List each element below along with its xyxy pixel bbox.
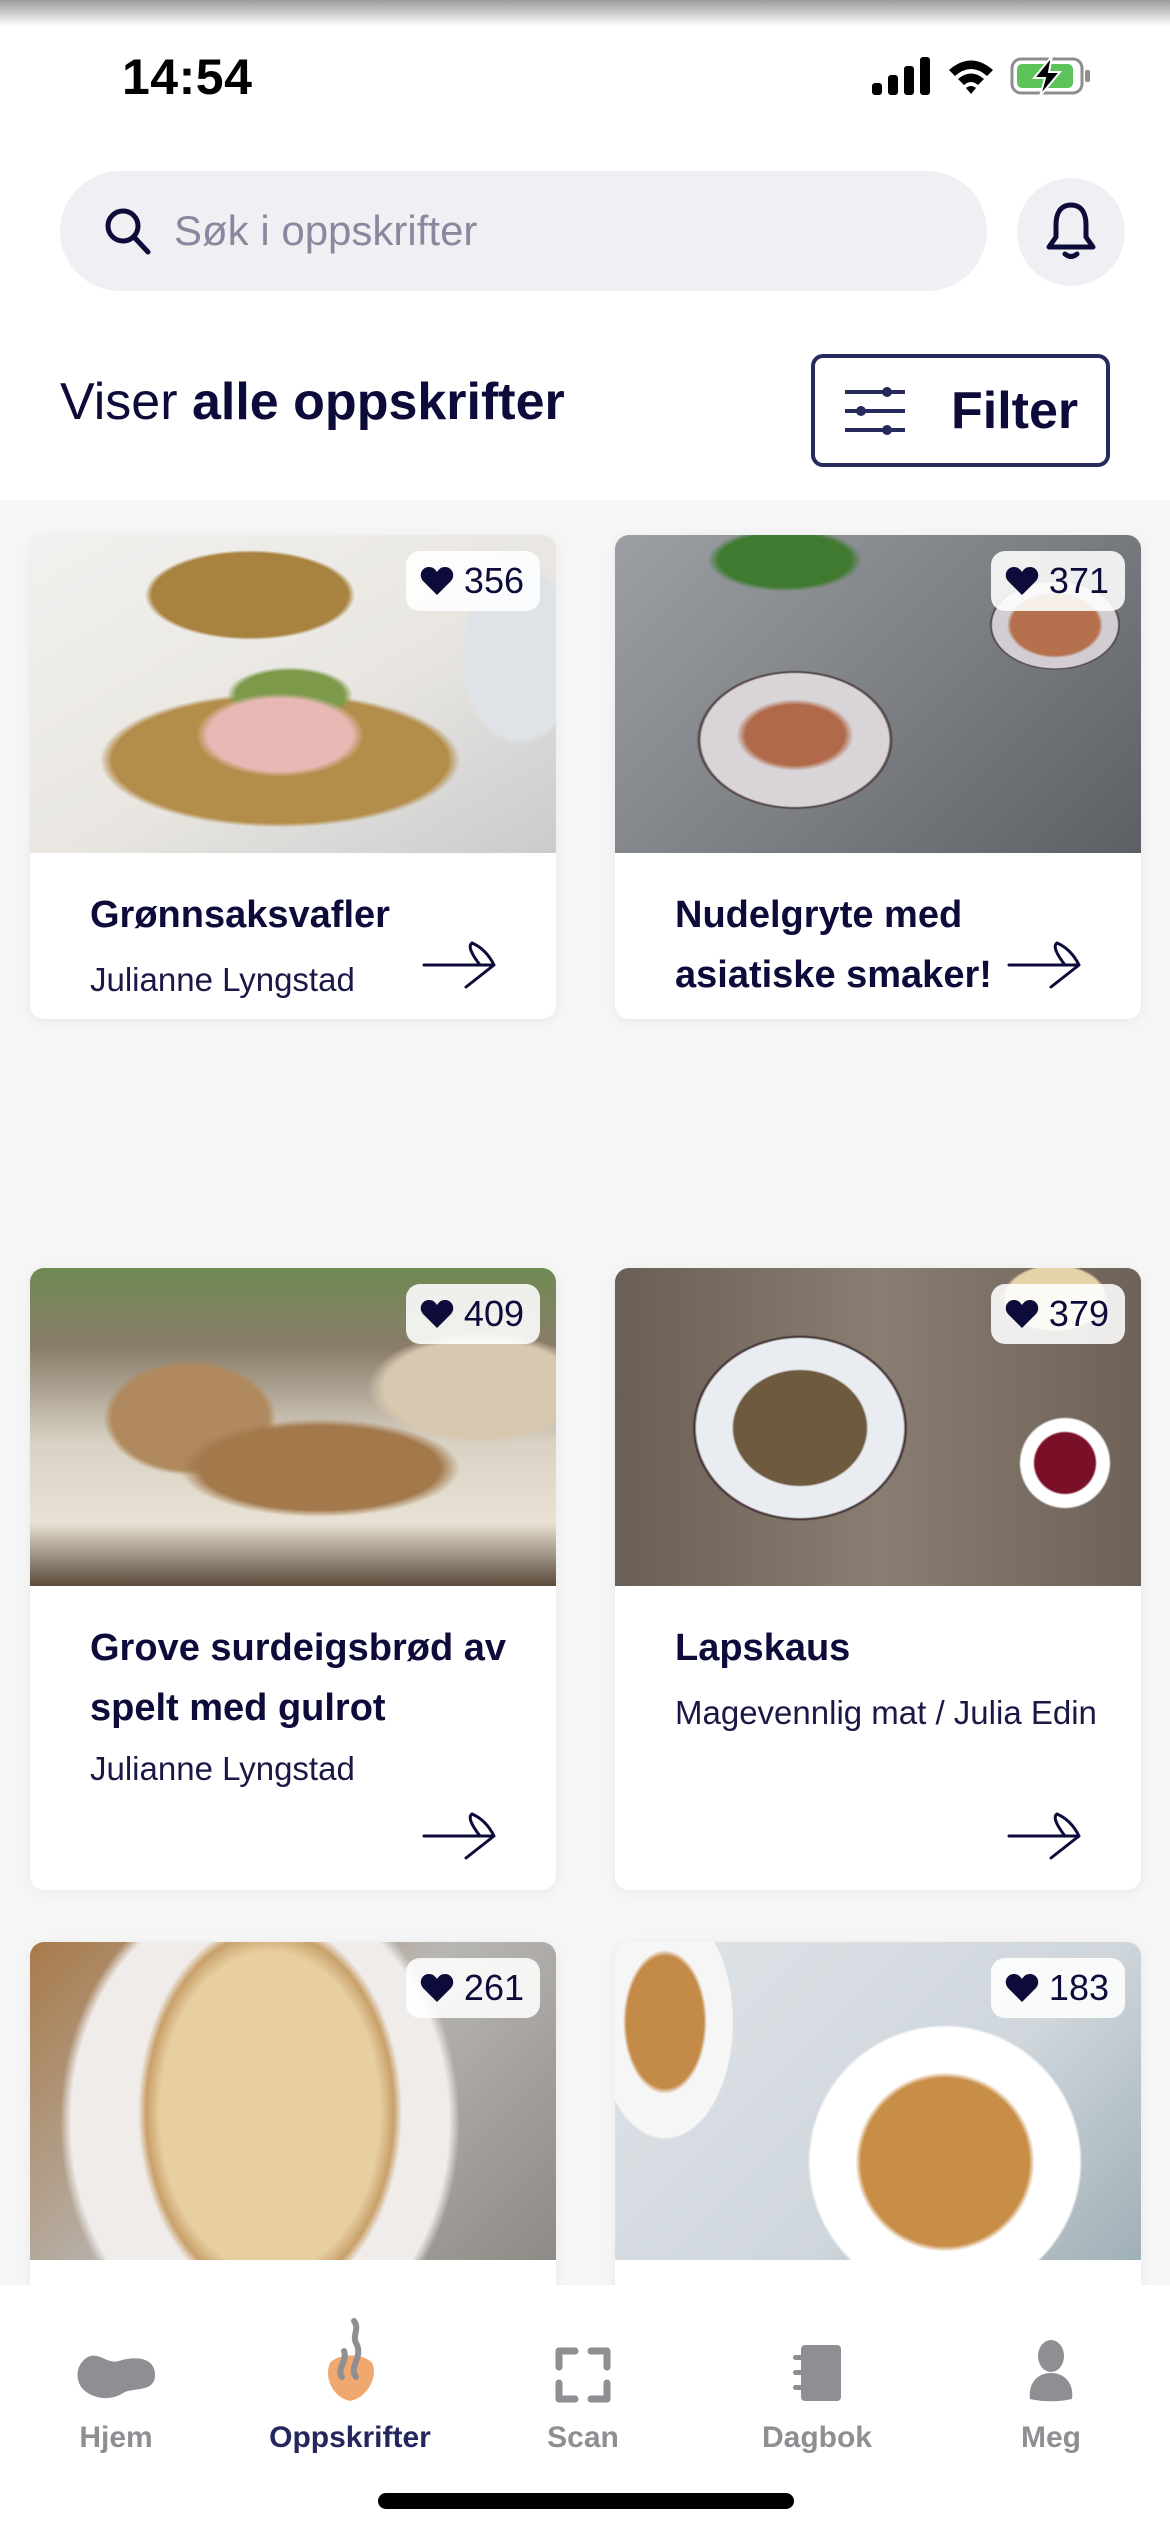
search-icon (105, 208, 151, 255)
sliders-icon (845, 386, 905, 435)
recipe-card[interactable]: 183 (615, 1942, 1141, 2285)
tab-scan[interactable]: Scan (483, 2313, 683, 2455)
tab-oppskrifter[interactable]: Oppskrifter (250, 2313, 450, 2455)
likes-badge[interactable]: 409 (405, 1284, 540, 1344)
arrow-right-icon[interactable] (422, 1810, 498, 1862)
heading-emphasis: alle oppskrifter (191, 373, 565, 431)
likes-badge[interactable]: 379 (990, 1284, 1125, 1344)
heart-icon (1005, 1974, 1039, 2002)
steaming-pot-icon (328, 2318, 374, 2401)
recipe-card[interactable]: 356 Grønnsaksvafler Julianne Lyngstad (30, 535, 556, 1019)
arrow-right-icon[interactable] (1007, 1810, 1083, 1862)
tab-dagbok[interactable]: Dagbok (717, 2313, 917, 2455)
arrow-right-icon[interactable] (422, 939, 498, 991)
notifications-button[interactable] (1017, 178, 1125, 286)
recipe-title: Grønnsaksvafler (90, 894, 390, 936)
recipe-author: Magevennlig mat / Julia Edin (675, 1007, 1111, 1019)
status-icons (872, 56, 1092, 96)
tab-label: Meg (1021, 2421, 1081, 2454)
heart-icon (1005, 1300, 1039, 1328)
likes-count: 379 (1048, 1293, 1109, 1334)
battery-charging-icon (1010, 56, 1090, 96)
tab-label: Scan (547, 2421, 619, 2454)
recipe-card[interactable]: 379 Lapskaus Magevennlig mat / Julia Edi… (615, 1268, 1141, 1890)
recipe-card[interactable]: 409 Grove surdeigsbrød av spelt med gulr… (30, 1268, 556, 1890)
recipe-card[interactable]: 261 (30, 1942, 556, 2285)
home-blob-icon (77, 2355, 155, 2399)
search-placeholder: Søk i oppskrifter (174, 207, 478, 254)
recipe-title: Lapskaus (675, 1627, 851, 1669)
cellular-signal-icon (872, 57, 930, 95)
home-indicator[interactable] (378, 2493, 794, 2509)
recipe-author: Magevennlig mat / Julia Edin (675, 1694, 1097, 1731)
heart-icon (1005, 567, 1039, 595)
filter-button[interactable]: Filter (811, 354, 1110, 467)
tab-hjem[interactable]: Hjem (16, 2313, 216, 2455)
status-time: 14:54 (122, 49, 253, 105)
recipe-feed[interactable]: 356 Grønnsaksvafler Julianne Lyngstad 37… (0, 500, 1170, 2285)
likes-count: 261 (463, 1967, 524, 2008)
heart-icon (420, 1974, 454, 2002)
notebook-icon (793, 2345, 841, 2401)
tab-label: Hjem (79, 2421, 153, 2454)
tab-label: Oppskrifter (269, 2421, 431, 2454)
filter-label: Filter (951, 381, 1079, 440)
tab-label: Dagbok (761, 2421, 872, 2454)
heart-icon (420, 1300, 454, 1328)
likes-count: 356 (463, 560, 524, 601)
recipe-author: Julianne Lyngstad (90, 1750, 355, 1787)
search-input[interactable]: Søk i oppskrifter (60, 171, 987, 291)
likes-badge[interactable]: 371 (990, 551, 1125, 611)
page-heading: Viser alle oppskrifter (60, 372, 565, 432)
person-icon (1029, 2340, 1073, 2402)
likes-count: 183 (1048, 1967, 1109, 2008)
wifi-icon (949, 60, 993, 94)
top-edge-shadow (0, 0, 1170, 26)
recipe-title: Grove surdeigsbrød av spelt med gulrot (90, 1627, 507, 1729)
heading-prefix: Viser (60, 373, 192, 431)
arrow-right-icon[interactable] (1007, 939, 1083, 991)
heart-icon (420, 567, 454, 595)
likes-badge[interactable]: 261 (405, 1958, 540, 2018)
likes-count: 409 (463, 1293, 524, 1334)
status-bar: 14:54 (0, 40, 1170, 120)
bell-icon (1046, 202, 1096, 259)
likes-badge[interactable]: 356 (405, 551, 540, 611)
recipe-card[interactable]: 371 Nudelgryte med asiatiske smaker! Mag… (615, 535, 1141, 1019)
scan-frame-icon (555, 2347, 611, 2403)
tab-meg[interactable]: Meg (951, 2313, 1151, 2455)
likes-badge[interactable]: 183 (990, 1958, 1125, 2018)
likes-count: 371 (1048, 560, 1109, 601)
